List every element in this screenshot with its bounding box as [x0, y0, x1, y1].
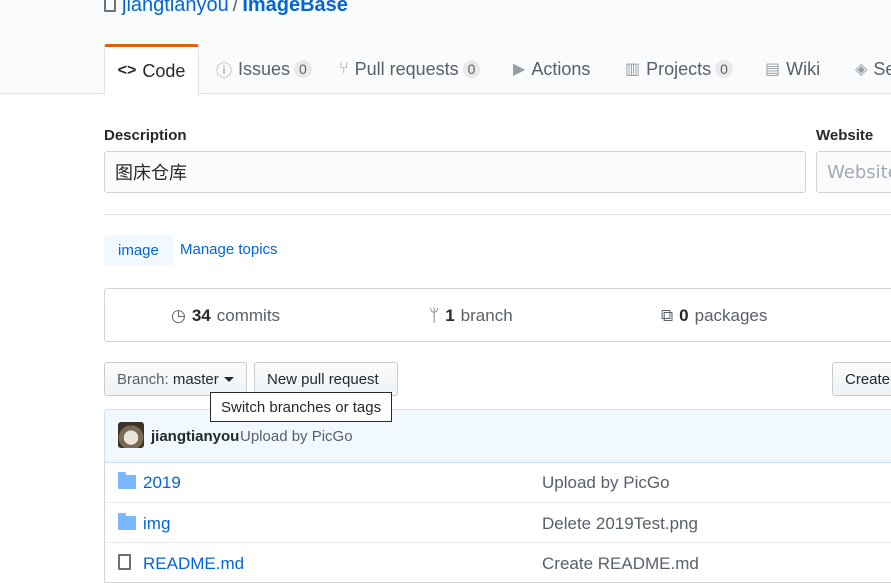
caret-down-icon	[223, 376, 234, 382]
divider	[104, 214, 891, 215]
tab-actions[interactable]: ▶ Actions	[513, 44, 590, 94]
tab-pull-requests[interactable]: ⑂ Pull requests 0	[339, 44, 481, 94]
shield-icon: ◈	[855, 61, 868, 78]
repo-header: jiangtianyou / ImageBase <> Code ⓘ Issues …	[0, 0, 891, 95]
tab-code-label: Code	[142, 60, 186, 81]
project-icon: ▥	[625, 61, 641, 78]
packages-link[interactable]: ⧉ 0 packages	[661, 306, 767, 326]
topic-tag-image[interactable]: image	[104, 235, 173, 266]
package-icon: ⧉	[661, 306, 674, 325]
projects-counter: 0	[715, 60, 733, 78]
website-label: Website	[816, 127, 874, 144]
tab-projects[interactable]: ▥ Projects 0	[625, 44, 733, 94]
file-icon	[118, 554, 131, 570]
table-row: README.md Create README.md	[105, 542, 891, 582]
file-commit-message-link[interactable]: Upload by PicGo	[542, 473, 670, 493]
play-icon: ▶	[513, 61, 526, 78]
tab-pull-requests-label: Pull requests	[354, 58, 459, 79]
issues-counter: 0	[294, 60, 312, 78]
create-file-button[interactable]: Create	[832, 362, 891, 396]
repo-icon	[104, 0, 116, 12]
commits-link[interactable]: ◷ 34 commits	[171, 306, 280, 326]
avatar[interactable]	[118, 422, 144, 448]
file-name-link[interactable]: img	[143, 514, 170, 534]
tab-wiki[interactable]: ▤ Wiki	[765, 44, 820, 94]
repo-name-link[interactable]: ImageBase	[242, 0, 348, 16]
branches-count: 1	[445, 306, 455, 325]
history-icon: ◷	[171, 306, 186, 325]
tab-security[interactable]: ◈ Se	[855, 44, 891, 94]
branch-prefix: Branch:	[117, 370, 169, 388]
packages-count: 0	[679, 306, 689, 325]
tab-security-label: Se	[873, 58, 891, 79]
pull-request-icon: ⑂	[339, 60, 349, 77]
file-table: 2019 Upload by PicGo img Delete 2019Test…	[104, 462, 891, 583]
folder-icon	[118, 472, 136, 489]
commits-label: commits	[216, 306, 281, 325]
website-field[interactable]: Website	[816, 151, 891, 193]
table-row: img Delete 2019Test.png	[105, 502, 891, 542]
pull-requests-counter: 0	[462, 60, 481, 78]
tab-issues-label: Issues	[238, 58, 291, 79]
folder-icon	[118, 513, 136, 530]
book-icon: ▤	[765, 61, 781, 78]
commits-count: 34	[191, 306, 211, 325]
description-label: Description	[104, 127, 187, 144]
numbers-summary: ◷ 34 commits ᛘ 1 branch ⧉ 0 packages	[104, 288, 891, 342]
repo-title-separator: /	[232, 0, 239, 16]
description-field[interactable]: 图床仓库	[104, 151, 806, 193]
file-commit-message-link[interactable]: Create README.md	[542, 554, 699, 574]
repo-title: jiangtianyou / ImageBase	[104, 0, 348, 17]
code-icon: <>	[117, 62, 137, 79]
branch-icon: ᛘ	[429, 306, 440, 325]
issue-icon: ⓘ	[216, 63, 233, 80]
branch-tooltip: Switch branches or tags	[210, 392, 393, 422]
file-commit-message-link[interactable]: Delete 2019Test.png	[542, 514, 698, 534]
manage-topics-link[interactable]: Manage topics	[180, 241, 278, 258]
commit-message-link[interactable]: Upload by PicGo	[240, 428, 353, 445]
table-row: 2019 Upload by PicGo	[105, 462, 891, 502]
tab-wiki-label: Wiki	[786, 58, 821, 79]
new-pull-request-button[interactable]: New pull request	[254, 362, 398, 396]
branches-label: branch	[460, 306, 513, 325]
tab-code[interactable]: <> Code	[104, 44, 199, 95]
repo-owner-link[interactable]: jiangtianyou	[122, 0, 229, 16]
file-name-link[interactable]: README.md	[143, 554, 244, 574]
branches-link[interactable]: ᛘ 1 branch	[429, 306, 513, 326]
branch-name: master	[172, 370, 219, 388]
packages-label: packages	[694, 306, 768, 325]
tab-projects-label: Projects	[646, 58, 712, 79]
tab-actions-label: Actions	[531, 58, 591, 79]
file-name-link[interactable]: 2019	[143, 473, 181, 493]
commit-author-link[interactable]: jiangtianyou	[151, 428, 239, 445]
tab-issues[interactable]: ⓘ Issues 0	[216, 44, 312, 94]
branch-select-button[interactable]: Branch: master	[104, 362, 247, 396]
